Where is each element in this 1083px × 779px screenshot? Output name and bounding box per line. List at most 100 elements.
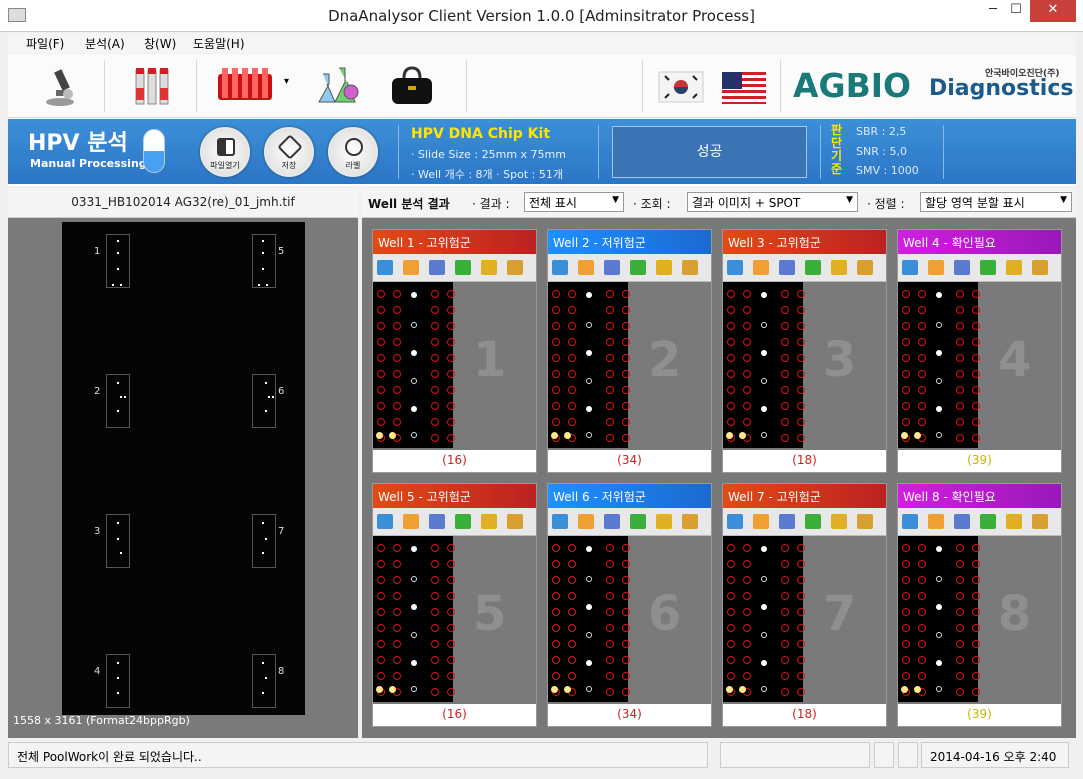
well-image[interactable]: 4 [898,282,1061,450]
grid-icon[interactable] [578,260,594,275]
well-image[interactable]: 2 [548,282,711,450]
zoom-out-icon[interactable] [857,260,873,275]
well-card[interactable]: Well 3 - 고위험군 3 (18) [722,229,887,473]
globe-icon[interactable] [455,514,471,529]
usa-flag-icon[interactable] [720,62,768,110]
zoom-out-icon[interactable] [682,514,698,529]
well-card[interactable]: Well 8 - 확인필요 8 (39) [897,483,1062,727]
microscope-icon[interactable] [38,62,86,110]
label-button[interactable]: 라벨 [328,127,378,177]
status-message: 전체 PoolWork이 완료 되었습니다.. [8,742,708,768]
grid-icon[interactable] [403,514,419,529]
save-button[interactable]: 저장 [264,127,314,177]
window-title: DnaAnalysor Client Version 1.0.0 [Admins… [328,7,755,25]
copy-icon[interactable] [604,514,620,529]
monitor-icon[interactable] [377,514,393,529]
flasks-icon[interactable] [313,62,361,110]
grid-icon[interactable] [928,514,944,529]
well-spot-count: (16) [442,707,467,721]
globe-icon[interactable] [980,260,996,275]
grid-icon[interactable] [753,260,769,275]
zoom-out-icon[interactable] [1032,260,1048,275]
zoom-out-icon[interactable] [857,514,873,529]
monitor-icon[interactable] [552,260,568,275]
grid-icon[interactable] [928,260,944,275]
globe-icon[interactable] [455,260,471,275]
status-bar: 전체 PoolWork이 완료 되었습니다.. 2014-04-16 오후 2:… [8,740,1076,770]
well-image[interactable]: 6 [548,536,711,704]
well-card[interactable]: Well 4 - 확인필요 4 (39) [897,229,1062,473]
zoom-in-icon[interactable] [831,260,847,275]
well-number: 4 [998,332,1032,388]
maximize-button[interactable]: ☐ [1005,0,1027,22]
zoom-in-icon[interactable] [481,514,497,529]
well-card[interactable]: Well 1 - 고위험군 1 (16) [372,229,537,473]
well-card[interactable]: Well 7 - 고위험군 7 (18) [722,483,887,727]
tube-rack-icon[interactable] [216,62,276,110]
capsule-icon [143,129,165,173]
copy-icon[interactable] [779,514,795,529]
menu-analysis[interactable]: 분석(A) [85,35,125,52]
well-card[interactable]: Well 6 - 저위험군 6 (34) [547,483,712,727]
sort-filter-select[interactable]: 할당 영역 분할 표시 ▼ [920,192,1072,212]
zoom-in-icon[interactable] [656,514,672,529]
well-spot-count: (39) [967,707,992,721]
toolbar: ▾ AGBIO Diagnostics 안국바이오진단(주) [8,54,1076,118]
monitor-icon[interactable] [377,260,393,275]
scan-well-1: 1 [94,246,101,257]
chip-image-panel: 0331_HB102014 AG32(re)_01_jmh.tif 1 5 2 … [8,188,358,738]
well-card[interactable]: Well 5 - 고위험군 5 (16) [372,483,537,727]
well-toolbar [548,254,711,282]
save-icon [277,134,303,160]
well-card[interactable]: Well 2 - 저위험군 2 (34) [547,229,712,473]
zoom-in-icon[interactable] [1006,260,1022,275]
chip-scan-image[interactable]: 1 5 2 6 3 7 4 8 [62,222,305,715]
zoom-in-icon[interactable] [656,260,672,275]
globe-icon[interactable] [805,514,821,529]
copy-icon[interactable] [954,514,970,529]
zoom-out-icon[interactable] [507,260,523,275]
menu-help[interactable]: 도움말(H) [193,35,245,52]
copy-icon[interactable] [429,514,445,529]
zoom-out-icon[interactable] [682,260,698,275]
bag-icon[interactable] [388,62,436,110]
globe-icon[interactable] [805,260,821,275]
zoom-out-icon[interactable] [507,514,523,529]
well-image[interactable]: 7 [723,536,886,704]
result-filter-select[interactable]: 전체 표시 ▼ [524,192,624,212]
globe-icon[interactable] [980,514,996,529]
grid-icon[interactable] [578,514,594,529]
copy-icon[interactable] [604,260,620,275]
menu-file[interactable]: 파일(F) [26,35,64,52]
sort-filter-label: · 정렬 : [867,197,905,211]
zoom-out-icon[interactable] [1032,514,1048,529]
copy-icon[interactable] [429,260,445,275]
well-image[interactable]: 3 [723,282,886,450]
monitor-icon[interactable] [727,260,743,275]
zoom-in-icon[interactable] [1006,514,1022,529]
korea-flag-icon[interactable] [657,62,705,110]
test-tubes-icon[interactable] [128,62,176,110]
well-image[interactable]: 8 [898,536,1061,704]
monitor-icon[interactable] [902,514,918,529]
open-file-button[interactable]: 파일열기 [200,127,250,177]
monitor-icon[interactable] [902,260,918,275]
well-image[interactable]: 1 [373,282,536,450]
grid-icon[interactable] [753,514,769,529]
view-filter-select[interactable]: 결과 이미지 + SPOT ▼ [687,192,858,212]
well-spot-count: (16) [442,453,467,467]
well-image[interactable]: 5 [373,536,536,704]
zoom-in-icon[interactable] [481,260,497,275]
menu-window[interactable]: 창(W) [144,35,176,52]
zoom-in-icon[interactable] [831,514,847,529]
globe-icon[interactable] [630,260,646,275]
copy-icon[interactable] [954,260,970,275]
tube-rack-dropdown-arrow[interactable]: ▾ [284,76,289,87]
monitor-icon[interactable] [552,514,568,529]
grid-icon[interactable] [403,260,419,275]
close-button[interactable]: ✕ [1030,0,1076,22]
copy-icon[interactable] [779,260,795,275]
globe-icon[interactable] [630,514,646,529]
monitor-icon[interactable] [727,514,743,529]
minimize-button[interactable]: ─ [982,0,1004,22]
